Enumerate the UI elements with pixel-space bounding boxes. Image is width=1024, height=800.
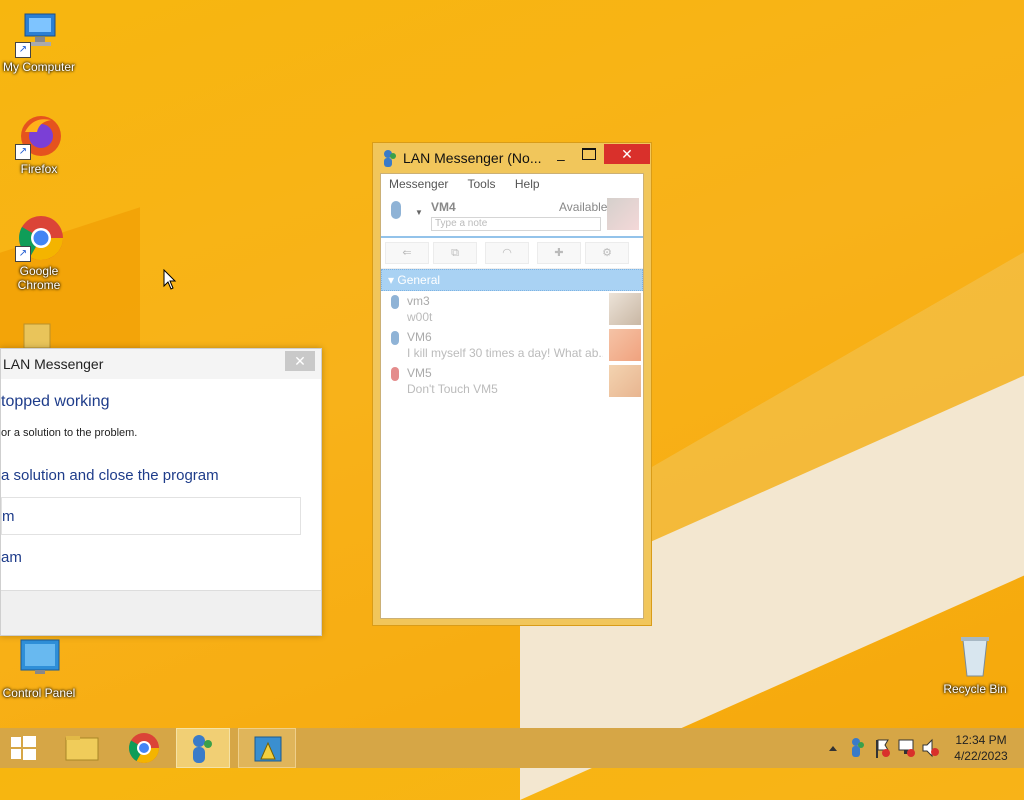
action-center-flag-icon	[876, 739, 890, 758]
tray-volume[interactable]	[920, 728, 940, 768]
desktop-icon-recycle-bin[interactable]: Recycle Bin	[936, 632, 1014, 696]
contact-avatar	[609, 329, 641, 361]
error-dialog-footer	[1, 590, 321, 635]
tray-network[interactable]	[896, 728, 916, 768]
add-contact-button[interactable]: ✚	[537, 242, 581, 264]
contact-item[interactable]: VM5 Don't Touch VM5	[381, 363, 643, 399]
error-report-icon	[254, 736, 282, 762]
chat-button[interactable]: ⇐	[385, 242, 429, 264]
desktop-icon-firefox[interactable]: ↗ Firefox	[0, 112, 78, 176]
error-heading: topped working	[1, 393, 110, 410]
shortcut-arrow-icon: ↗	[15, 246, 31, 262]
network-icon	[898, 739, 915, 757]
chrome-icon: ↗	[15, 214, 63, 262]
folder-icon	[65, 736, 99, 761]
contact-item[interactable]: vm3 w00t	[381, 291, 643, 327]
menu-tools[interactable]: Tools	[468, 177, 496, 191]
desktop-icon-my-computer[interactable]: ↗ My Computer	[0, 10, 78, 74]
debug-program-option[interactable]: am	[1, 549, 22, 566]
title-bar[interactable]: LAN Messenger (No... – ✕	[373, 143, 651, 173]
error-description: or a solution to the problem.	[1, 427, 138, 439]
user-avatar[interactable]	[607, 198, 639, 230]
tray-lan-messenger[interactable]	[848, 728, 866, 768]
contact-status-icon	[391, 331, 399, 345]
user-status-icon	[391, 201, 401, 219]
contact-status-icon	[391, 367, 399, 381]
group-header[interactable]: ▾ General	[381, 269, 643, 291]
broadcast-button[interactable]: ◠	[485, 242, 529, 264]
contact-name: vm3	[407, 294, 430, 308]
firefox-icon: ↗	[15, 112, 63, 160]
user-status[interactable]: Available	[559, 200, 607, 214]
taskbar-chrome[interactable]	[118, 728, 172, 768]
shortcut-arrow-icon: ↗	[15, 144, 31, 160]
contact-avatar	[609, 293, 641, 325]
taskbar-clock[interactable]: 12:34 PM 4/22/2023	[950, 732, 1012, 764]
desktop-icon-label: Firefox	[20, 162, 58, 176]
status-dropdown-icon[interactable]: ▼	[415, 208, 423, 217]
taskbar-file-explorer[interactable]	[56, 728, 110, 768]
computer-icon: ↗	[15, 10, 63, 58]
volume-muted-icon	[922, 738, 939, 758]
close-button[interactable]: ✕	[604, 144, 650, 164]
file-button[interactable]: ⧉	[433, 242, 477, 264]
start-button[interactable]	[0, 728, 48, 768]
lan-messenger-icon	[852, 738, 864, 757]
maximize-button[interactable]	[582, 148, 596, 160]
note-input[interactable]: Type a note	[431, 217, 601, 231]
close-program-option[interactable]: m	[1, 497, 301, 535]
taskbar-lan-messenger[interactable]	[176, 728, 230, 768]
contact-note: I kill myself 30 times a day! What ab...	[407, 346, 603, 360]
contact-item[interactable]: VM6 I kill myself 30 times a day! What a…	[381, 327, 643, 363]
contact-note: Don't Touch VM5	[407, 382, 498, 396]
clock-date: 4/22/2023	[954, 749, 1008, 763]
lan-messenger-icon	[193, 735, 212, 763]
error-dialog-close-button[interactable]: ✕	[285, 351, 315, 371]
chevron-up-icon	[829, 746, 837, 751]
messenger-content: Messenger Tools Help ▼ VM4 Available Typ…	[380, 173, 644, 619]
contact-note: w00t	[407, 310, 433, 324]
recycle-bin-icon	[951, 632, 999, 680]
control-panel-icon	[15, 636, 63, 684]
desktop-icon-chrome[interactable]: ↗ Google Chrome	[0, 214, 78, 292]
group-name: General	[397, 273, 441, 287]
folder-icon	[22, 320, 54, 350]
lan-messenger-app-icon	[383, 149, 397, 167]
minimize-button[interactable]: –	[557, 151, 565, 167]
user-bar: ▼ VM4 Available Type a note	[381, 194, 643, 238]
taskbar: 12:34 PM 4/22/2023	[0, 728, 1024, 768]
menu-messenger[interactable]: Messenger	[389, 177, 448, 191]
menu-help[interactable]: Help	[515, 177, 540, 191]
tray-action-center[interactable]	[872, 728, 892, 768]
settings-button[interactable]: ⚙	[585, 242, 629, 264]
clock-time: 12:34 PM	[955, 733, 1007, 747]
desktop-icon-label: Google Chrome	[17, 264, 61, 292]
desktop-icon-label: My Computer	[2, 60, 76, 74]
windows-logo-icon	[11, 736, 36, 760]
window-title: LAN Messenger (No...	[403, 150, 542, 166]
menu-bar: Messenger Tools Help	[381, 174, 643, 194]
contact-name: VM5	[407, 366, 432, 380]
contact-status-icon	[391, 295, 399, 309]
taskbar-error-report[interactable]	[238, 728, 296, 768]
check-solution-option[interactable]: a solution and close the program	[1, 467, 219, 484]
show-hidden-icons-button[interactable]	[826, 728, 840, 768]
contact-avatar	[609, 365, 641, 397]
chrome-icon	[128, 733, 159, 764]
contact-name: VM6	[407, 330, 432, 344]
desktop-icon-label: Recycle Bin	[943, 682, 1007, 696]
lan-messenger-window: LAN Messenger (No... – ✕ Messenger Tools…	[372, 142, 652, 626]
mouse-cursor	[163, 268, 177, 296]
desktop-icon-label: Control Panel	[2, 686, 76, 700]
shortcut-arrow-icon: ↗	[15, 42, 31, 58]
user-name[interactable]: VM4	[431, 200, 456, 214]
error-dialog: LAN Messenger ✕ topped working or a solu…	[0, 348, 322, 636]
toolbar: ⇐ ⧉ ◠ ✚ ⚙	[381, 238, 643, 269]
desktop-icon-control-panel[interactable]: Control Panel	[0, 636, 78, 700]
error-dialog-title: LAN Messenger	[1, 349, 321, 379]
